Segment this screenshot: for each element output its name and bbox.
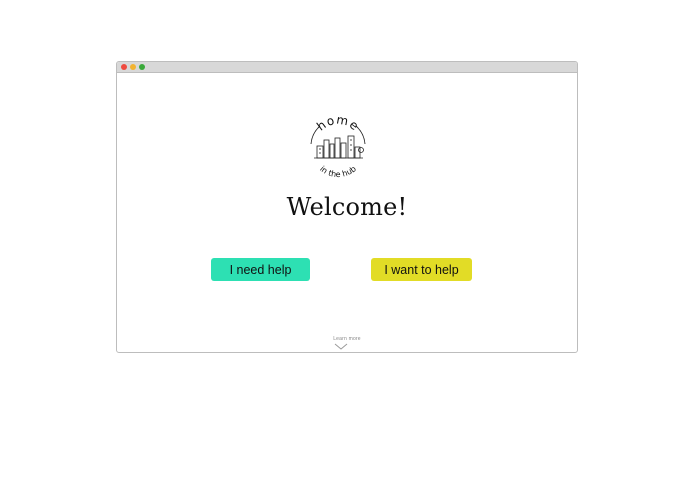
- close-window-button[interactable]: [121, 64, 127, 70]
- need-help-button[interactable]: I need help: [211, 258, 310, 281]
- svg-text:in the hub: in the hub: [318, 164, 358, 179]
- window-titlebar: [117, 62, 577, 73]
- maximize-window-button[interactable]: [139, 64, 145, 70]
- learn-more-link[interactable]: Learn more: [117, 336, 577, 342]
- minimize-window-button[interactable]: [130, 64, 136, 70]
- browser-window: home in the hub Welcome! I need help I w…: [116, 61, 578, 353]
- need-help-label: I need help: [229, 262, 292, 277]
- svg-text:home: home: [314, 114, 362, 134]
- want-to-help-label: I want to help: [384, 262, 459, 277]
- want-to-help-button[interactable]: I want to help: [371, 258, 472, 281]
- logo-bottom-text: in the hub: [318, 164, 358, 179]
- home-in-the-hub-logo: home in the hub: [310, 114, 366, 179]
- welcome-heading: Welcome!: [286, 193, 408, 221]
- logo-top-text: home: [314, 114, 361, 134]
- skyline-icon: [314, 135, 364, 159]
- chevron-down-icon[interactable]: [334, 343, 348, 350]
